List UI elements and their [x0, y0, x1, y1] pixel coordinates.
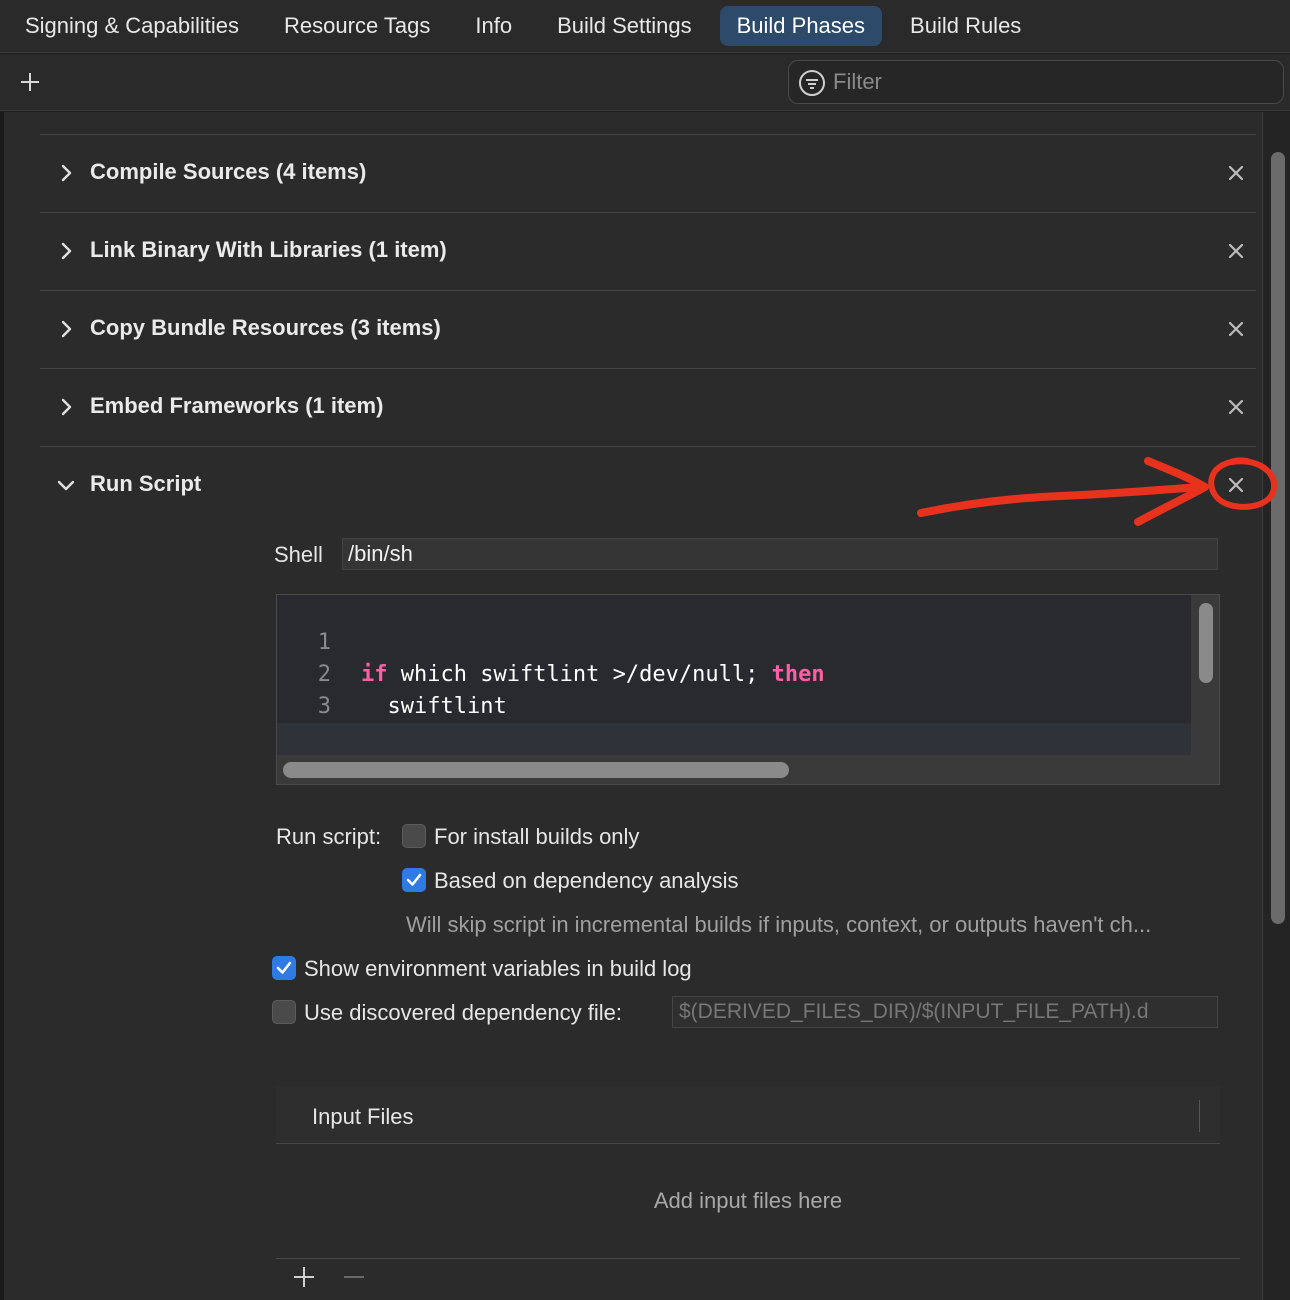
- minus-icon: [344, 1276, 364, 1278]
- close-icon[interactable]: [1224, 473, 1248, 497]
- scrollbar-thumb[interactable]: [1271, 152, 1285, 924]
- tab-bar: Signing & Capabilities Resource Tags Inf…: [0, 0, 1290, 53]
- shell-label: Shell: [274, 542, 323, 567]
- dependency-file-label: Use discovered dependency file:: [304, 1000, 622, 1025]
- show-env-vars-label: Show environment variables in build log: [304, 956, 692, 981]
- vertical-scrollbar[interactable]: [1262, 112, 1290, 1300]
- code-line: 2 swiftlint: [277, 627, 1191, 719]
- install-builds-only-label: For install builds only: [434, 824, 640, 849]
- input-files-header: Input Files: [276, 1086, 1220, 1144]
- plus-icon: [21, 73, 39, 91]
- chevron-down-icon[interactable]: [56, 475, 76, 495]
- code-line-current: 5 fi: [277, 723, 1191, 755]
- add-phase-button[interactable]: [18, 70, 42, 94]
- close-icon[interactable]: [1224, 317, 1248, 341]
- code-area[interactable]: 1 if which swiftlint >/dev/null; then 2 …: [277, 595, 1191, 755]
- phase-title: Copy Bundle Resources (3 items): [90, 315, 441, 340]
- shell-field[interactable]: /bin/sh: [342, 538, 1218, 570]
- filter-input[interactable]: [833, 61, 1273, 103]
- editor-vertical-scrollbar[interactable]: [1199, 603, 1213, 683]
- chevron-right-icon[interactable]: [56, 163, 76, 183]
- tab-info[interactable]: Info: [458, 6, 529, 46]
- chevron-right-icon[interactable]: [56, 397, 76, 417]
- dependency-file-checkbox[interactable]: [272, 1000, 296, 1024]
- run-script-label: Run script:: [276, 824, 382, 849]
- show-env-vars-checkbox[interactable]: [272, 956, 296, 980]
- column-divider[interactable]: [1199, 1100, 1200, 1132]
- tab-signing-capabilities[interactable]: Signing & Capabilities: [8, 6, 256, 46]
- dependency-note: Will skip script in incremental builds i…: [406, 912, 1152, 937]
- filter-field[interactable]: [788, 60, 1284, 104]
- add-input-file-button[interactable]: [292, 1265, 316, 1295]
- code-line: 1 if which swiftlint >/dev/null; then: [277, 595, 1191, 687]
- checkmark-icon: [406, 873, 422, 886]
- checkmark-icon: [276, 961, 292, 974]
- tab-resource-tags[interactable]: Resource Tags: [267, 6, 447, 46]
- chevron-right-icon[interactable]: [56, 319, 76, 339]
- filter-icon: [799, 70, 825, 96]
- close-icon[interactable]: [1224, 395, 1248, 419]
- toolbar: [0, 54, 1290, 111]
- dependency-analysis-label: Based on dependency analysis: [434, 868, 739, 893]
- phase-row-embed-frameworks[interactable]: Embed Frameworks (1 item): [40, 368, 1256, 446]
- phase-row-copy-bundle-resources[interactable]: Copy Bundle Resources (3 items): [40, 290, 1256, 368]
- phase-title: Compile Sources (4 items): [90, 159, 367, 184]
- close-icon[interactable]: [1224, 161, 1248, 185]
- phase-row-link-binary[interactable]: Link Binary With Libraries (1 item): [40, 212, 1256, 290]
- editor-horizontal-scrollbar[interactable]: [283, 762, 789, 778]
- input-files-title: Input Files: [312, 1104, 414, 1129]
- dependency-file-field[interactable]: $(DERIVED_FILES_DIR)/$(INPUT_FILE_PATH).…: [672, 996, 1218, 1028]
- phase-row-compile-sources[interactable]: Compile Sources (4 items): [40, 134, 1256, 212]
- input-files-empty-state: Add input files here: [653, 1188, 843, 1213]
- plus-icon: [294, 1267, 314, 1287]
- phase-row-run-script[interactable]: Run Script: [40, 446, 1256, 526]
- install-builds-only-checkbox[interactable]: [402, 824, 426, 848]
- code-line: 4 echo "warning: SwiftLint not installed…: [277, 691, 1191, 751]
- tab-build-rules[interactable]: Build Rules: [893, 6, 1038, 46]
- dependency-analysis-checkbox[interactable]: [402, 868, 426, 892]
- input-files-footer: [276, 1258, 1240, 1300]
- phase-title: Run Script: [90, 471, 202, 496]
- chevron-right-icon[interactable]: [56, 241, 76, 261]
- close-icon[interactable]: [1224, 239, 1248, 263]
- phase-title: Link Binary With Libraries (1 item): [90, 237, 447, 262]
- code-line: 3 else: [277, 659, 1191, 751]
- tab-build-phases[interactable]: Build Phases: [719, 6, 883, 46]
- script-editor[interactable]: 1 if which swiftlint >/dev/null; then 2 …: [276, 594, 1220, 785]
- remove-input-file-button[interactable]: [342, 1265, 366, 1295]
- phase-title: Embed Frameworks (1 item): [90, 393, 384, 418]
- tab-build-settings[interactable]: Build Settings: [540, 6, 709, 46]
